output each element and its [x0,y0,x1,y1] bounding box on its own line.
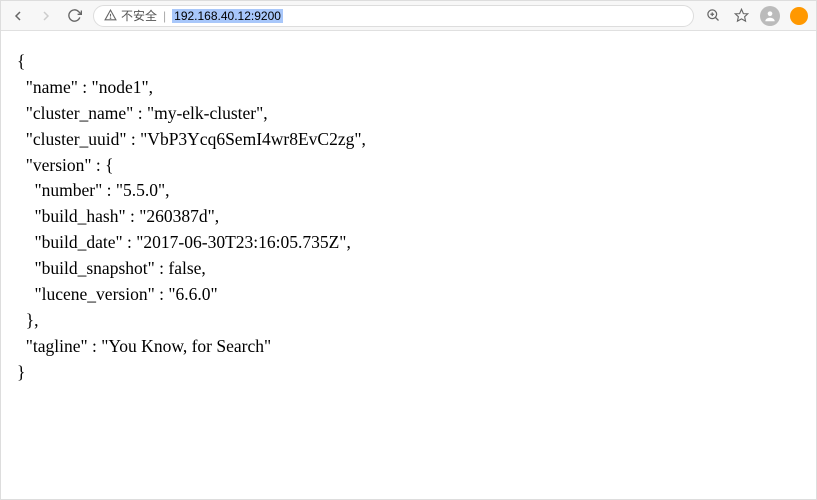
divider: | [163,9,166,23]
browser-toolbar: 不安全 | 192.168.40.12:9200 [1,1,816,31]
bookmark-star-icon[interactable] [732,7,750,25]
back-button[interactable] [9,7,27,25]
json-response-body: { "name" : "node1", "cluster_name" : "my… [1,31,816,404]
security-label: 不安全 [121,7,157,24]
forward-button[interactable] [37,7,55,25]
toolbar-right [704,6,808,26]
notification-badge[interactable] [790,7,808,25]
address-bar[interactable]: 不安全 | 192.168.40.12:9200 [93,5,694,27]
zoom-icon[interactable] [704,7,722,25]
url-text: 192.168.40.12:9200 [172,9,283,23]
warning-icon [104,9,117,22]
reload-button[interactable] [65,7,83,25]
avatar-icon[interactable] [760,6,780,26]
security-warning: 不安全 [104,7,157,24]
